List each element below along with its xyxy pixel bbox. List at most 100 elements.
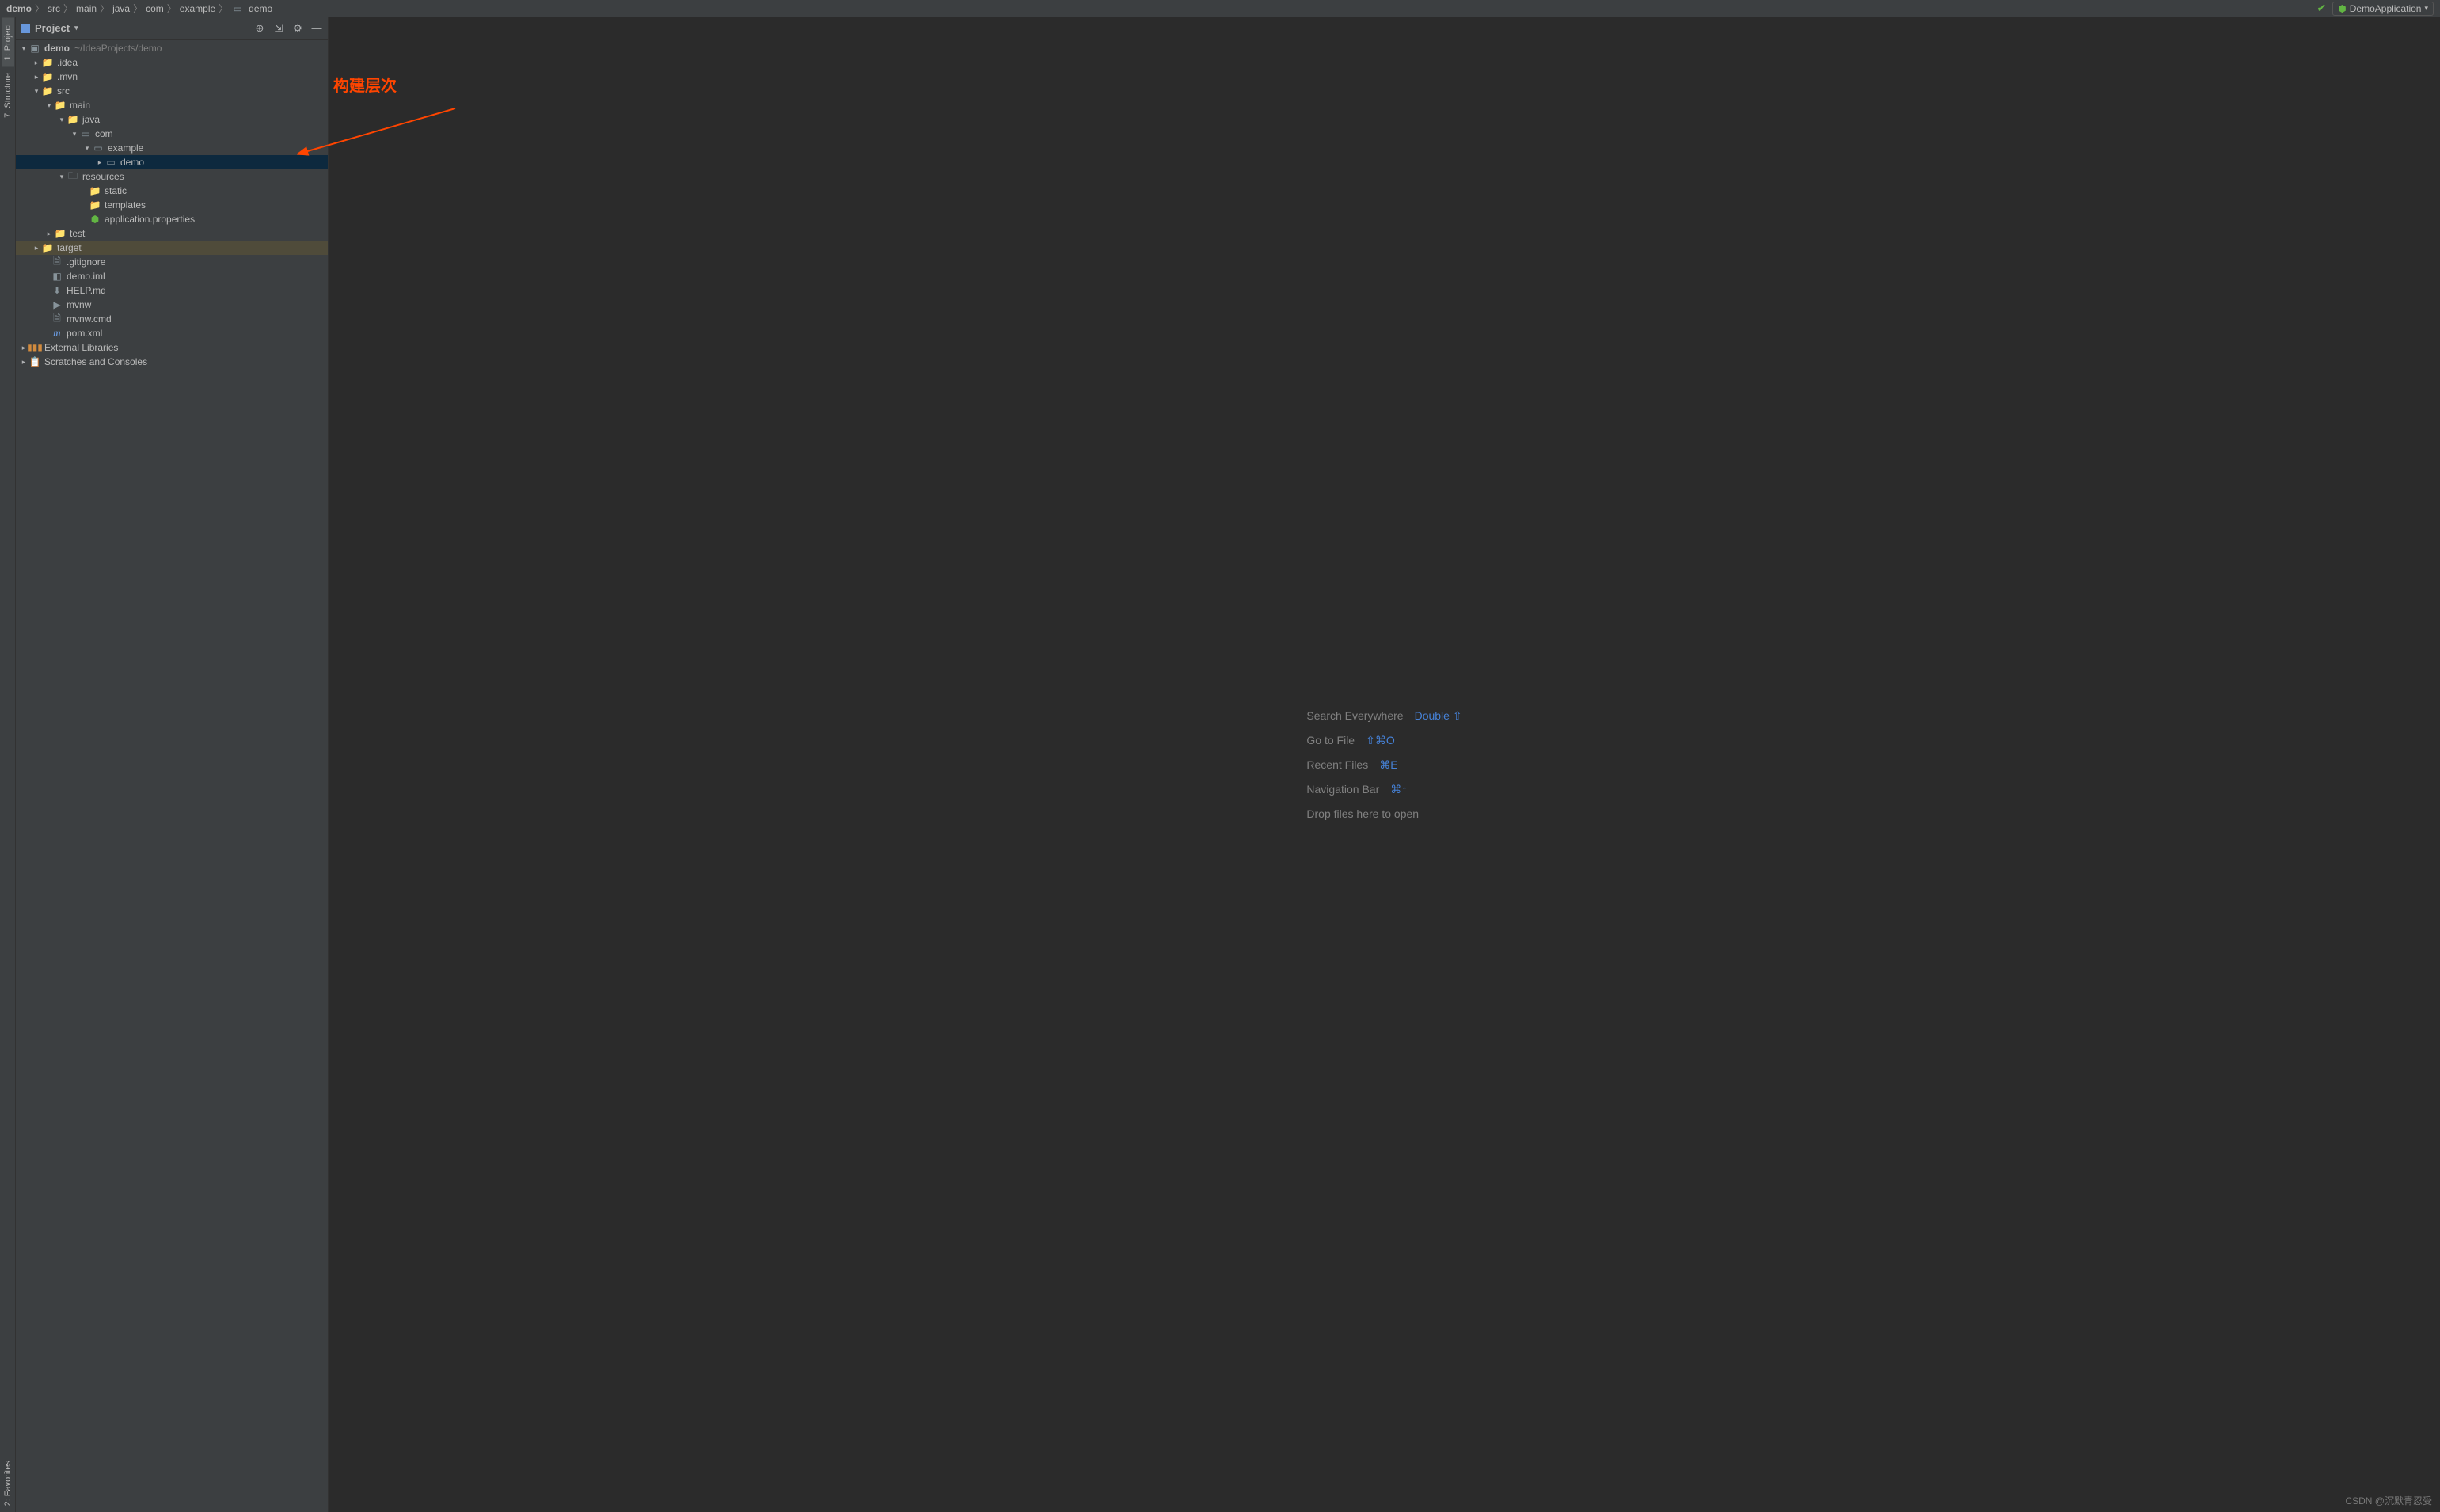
tree-item-src[interactable]: ▾ 📁 src	[16, 84, 328, 98]
tree-root[interactable]: ▾ ▣ demo ~/IdeaProjects/demo	[16, 41, 328, 55]
folder-icon: 📁	[41, 57, 54, 68]
arrow-right-icon: ▸	[32, 73, 41, 82]
tree-item-templates[interactable]: 📁 templates	[16, 198, 328, 212]
hint-search: Search Everywhere Double ⇧	[1306, 709, 1461, 723]
package-icon: ▭	[231, 3, 244, 14]
topbar-right: ✔ ⬢ DemoApplication ▾	[2317, 2, 2434, 16]
breadcrumb-bar: demo 〉 src 〉 main 〉 java 〉 com 〉 example…	[0, 0, 2440, 17]
folder-icon: 📁	[54, 228, 67, 239]
project-icon	[21, 24, 30, 33]
chevron-right-icon: 〉	[35, 2, 44, 15]
module-icon: ▣	[29, 43, 41, 54]
crumb-java[interactable]: java	[112, 3, 130, 14]
resources-folder-icon: 🗀	[67, 169, 79, 185]
tree-item-ext-libs[interactable]: ▸ ▮▮▮ External Libraries	[16, 340, 328, 355]
welcome-hints: Search Everywhere Double ⇧ Go to File ⇧⌘…	[1306, 698, 1461, 831]
locate-icon[interactable]: ⊕	[253, 22, 266, 35]
shell-icon: ▶	[51, 299, 63, 310]
source-folder-icon: 📁	[67, 114, 79, 125]
expand-collapse-icon[interactable]: ⇲	[272, 22, 285, 35]
chevron-right-icon: 〉	[219, 2, 228, 15]
crumb-demo[interactable]: demo	[6, 3, 32, 14]
hide-icon[interactable]: —	[310, 22, 323, 35]
arrow-right-icon: ▸	[44, 230, 54, 238]
gear-icon[interactable]: ⚙	[291, 22, 304, 35]
arrow-down-icon: ▾	[57, 116, 67, 124]
folder-icon: 📁	[89, 185, 101, 196]
arrow-down-icon: ▾	[82, 144, 92, 153]
tool-tab-project[interactable]: 1: Project	[2, 17, 14, 66]
chevron-right-icon: 〉	[167, 2, 177, 15]
maven-icon: m	[51, 329, 63, 338]
build-status-icon[interactable]: ✔	[2317, 2, 2327, 15]
arrow-down-icon: ▾	[32, 87, 41, 96]
file-icon: 🗎	[51, 311, 63, 328]
tree-item-pom[interactable]: m pom.xml	[16, 326, 328, 340]
tree-item-mvnw[interactable]: ▶ mvnw	[16, 298, 328, 312]
crumb-com[interactable]: com	[146, 3, 164, 14]
tree-item-static[interactable]: 📁 static	[16, 184, 328, 198]
tree-item-mvn[interactable]: ▸ 📁 .mvn	[16, 70, 328, 84]
arrow-down-icon: ▾	[70, 130, 79, 139]
tree-item-gitignore[interactable]: 🗎 .gitignore	[16, 255, 328, 269]
crumb-demo-pkg[interactable]: ▭demo	[231, 3, 272, 14]
chevron-right-icon: 〉	[100, 2, 109, 15]
arrow-down-icon: ▾	[44, 101, 54, 110]
tree-item-demo-iml[interactable]: ◧ demo.iml	[16, 269, 328, 283]
scratches-icon: 📋	[29, 356, 41, 367]
folder-icon: 📁	[54, 100, 67, 111]
project-tree: ▾ ▣ demo ~/IdeaProjects/demo ▸ 📁 .idea ▸…	[16, 40, 328, 1512]
run-config-label: DemoApplication	[2350, 3, 2422, 14]
package-icon: ▭	[105, 157, 117, 168]
hint-drop: Drop files here to open	[1306, 807, 1461, 820]
tree-item-com[interactable]: ▾ ▭ com	[16, 127, 328, 141]
tree-item-resources[interactable]: ▾ 🗀 resources	[16, 169, 328, 184]
crumb-example[interactable]: example	[180, 3, 215, 14]
tree-item-test[interactable]: ▸ 📁 test	[16, 226, 328, 241]
editor-area[interactable]: 构建层次 Search Everywhere Double ⇧ Go to Fi…	[329, 17, 2440, 1512]
arrow-down-icon: ▾	[57, 173, 67, 181]
tree-item-mvnw-cmd[interactable]: 🗎 mvnw.cmd	[16, 312, 328, 326]
breadcrumbs: demo 〉 src 〉 main 〉 java 〉 com 〉 example…	[6, 2, 272, 15]
file-icon: 🗎	[51, 254, 63, 271]
excluded-folder-icon: 📁	[41, 242, 54, 253]
watermark: CSDN @沉默青忍受	[2345, 1494, 2432, 1507]
hint-goto: Go to File ⇧⌘O	[1306, 734, 1461, 747]
markdown-icon: ⬇	[51, 285, 63, 296]
annotation-label: 构建层次	[333, 73, 397, 96]
folder-icon: 📁	[41, 71, 54, 82]
package-icon: ▭	[92, 142, 105, 154]
arrow-down-icon: ▾	[19, 44, 29, 53]
tool-tab-structure[interactable]: 7: Structure	[2, 66, 14, 124]
properties-icon: ⬢	[89, 214, 101, 225]
tree-item-idea[interactable]: ▸ 📁 .idea	[16, 55, 328, 70]
arrow-right-icon: ▸	[32, 244, 41, 253]
sidebar-title[interactable]: Project ▾	[21, 22, 78, 34]
spring-icon: ⬢	[2338, 3, 2346, 14]
tool-tab-favorites[interactable]: 2: Favorites	[2, 1454, 14, 1512]
tree-item-target[interactable]: ▸ 📁 target	[16, 241, 328, 255]
chevron-right-icon: 〉	[133, 2, 143, 15]
chevron-down-icon: ▾	[74, 24, 78, 32]
crumb-main[interactable]: main	[76, 3, 97, 14]
package-icon: ▭	[79, 128, 92, 139]
tree-item-app-props[interactable]: ⬢ application.properties	[16, 212, 328, 226]
left-tool-gutter: 1: Project 7: Structure 2: Favorites	[0, 17, 16, 1512]
tree-item-java[interactable]: ▾ 📁 java	[16, 112, 328, 127]
crumb-src[interactable]: src	[48, 3, 60, 14]
tree-item-scratches[interactable]: ▸ 📋 Scratches and Consoles	[16, 355, 328, 369]
folder-icon: 📁	[41, 85, 54, 97]
iml-icon: ◧	[51, 271, 63, 282]
folder-icon: 📁	[89, 199, 101, 211]
hint-recent: Recent Files ⌘E	[1306, 758, 1461, 772]
arrow-right-icon: ▸	[32, 59, 41, 67]
chevron-down-icon: ▾	[2424, 4, 2428, 13]
arrow-right-icon: ▸	[95, 158, 105, 167]
sidebar-header: Project ▾ ⊕ ⇲ ⚙ —	[16, 17, 328, 40]
tree-item-demo-pkg[interactable]: ▸ ▭ demo	[16, 155, 328, 169]
libraries-icon: ▮▮▮	[29, 342, 41, 353]
run-config-selector[interactable]: ⬢ DemoApplication ▾	[2332, 2, 2434, 16]
tree-item-example[interactable]: ▾ ▭ example	[16, 141, 328, 155]
tree-item-help-md[interactable]: ⬇ HELP.md	[16, 283, 328, 298]
tree-item-main[interactable]: ▾ 📁 main	[16, 98, 328, 112]
